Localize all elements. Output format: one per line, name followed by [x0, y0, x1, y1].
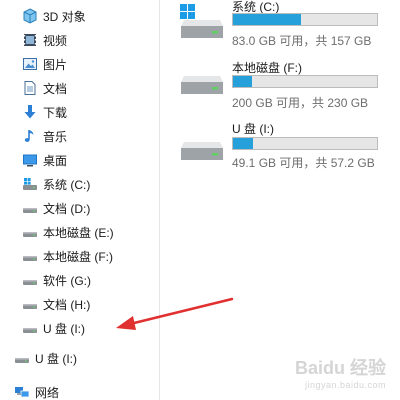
arrow-head: [116, 316, 136, 330]
annotation-arrow: [116, 297, 234, 330]
watermark-text: Baidu 经验: [294, 358, 386, 378]
watermark-sub: jingyan.baidu.com: [304, 380, 386, 390]
arrow-shaft: [128, 297, 234, 326]
watermark: Baidu 经验 jingyan.baidu.com: [295, 354, 386, 390]
